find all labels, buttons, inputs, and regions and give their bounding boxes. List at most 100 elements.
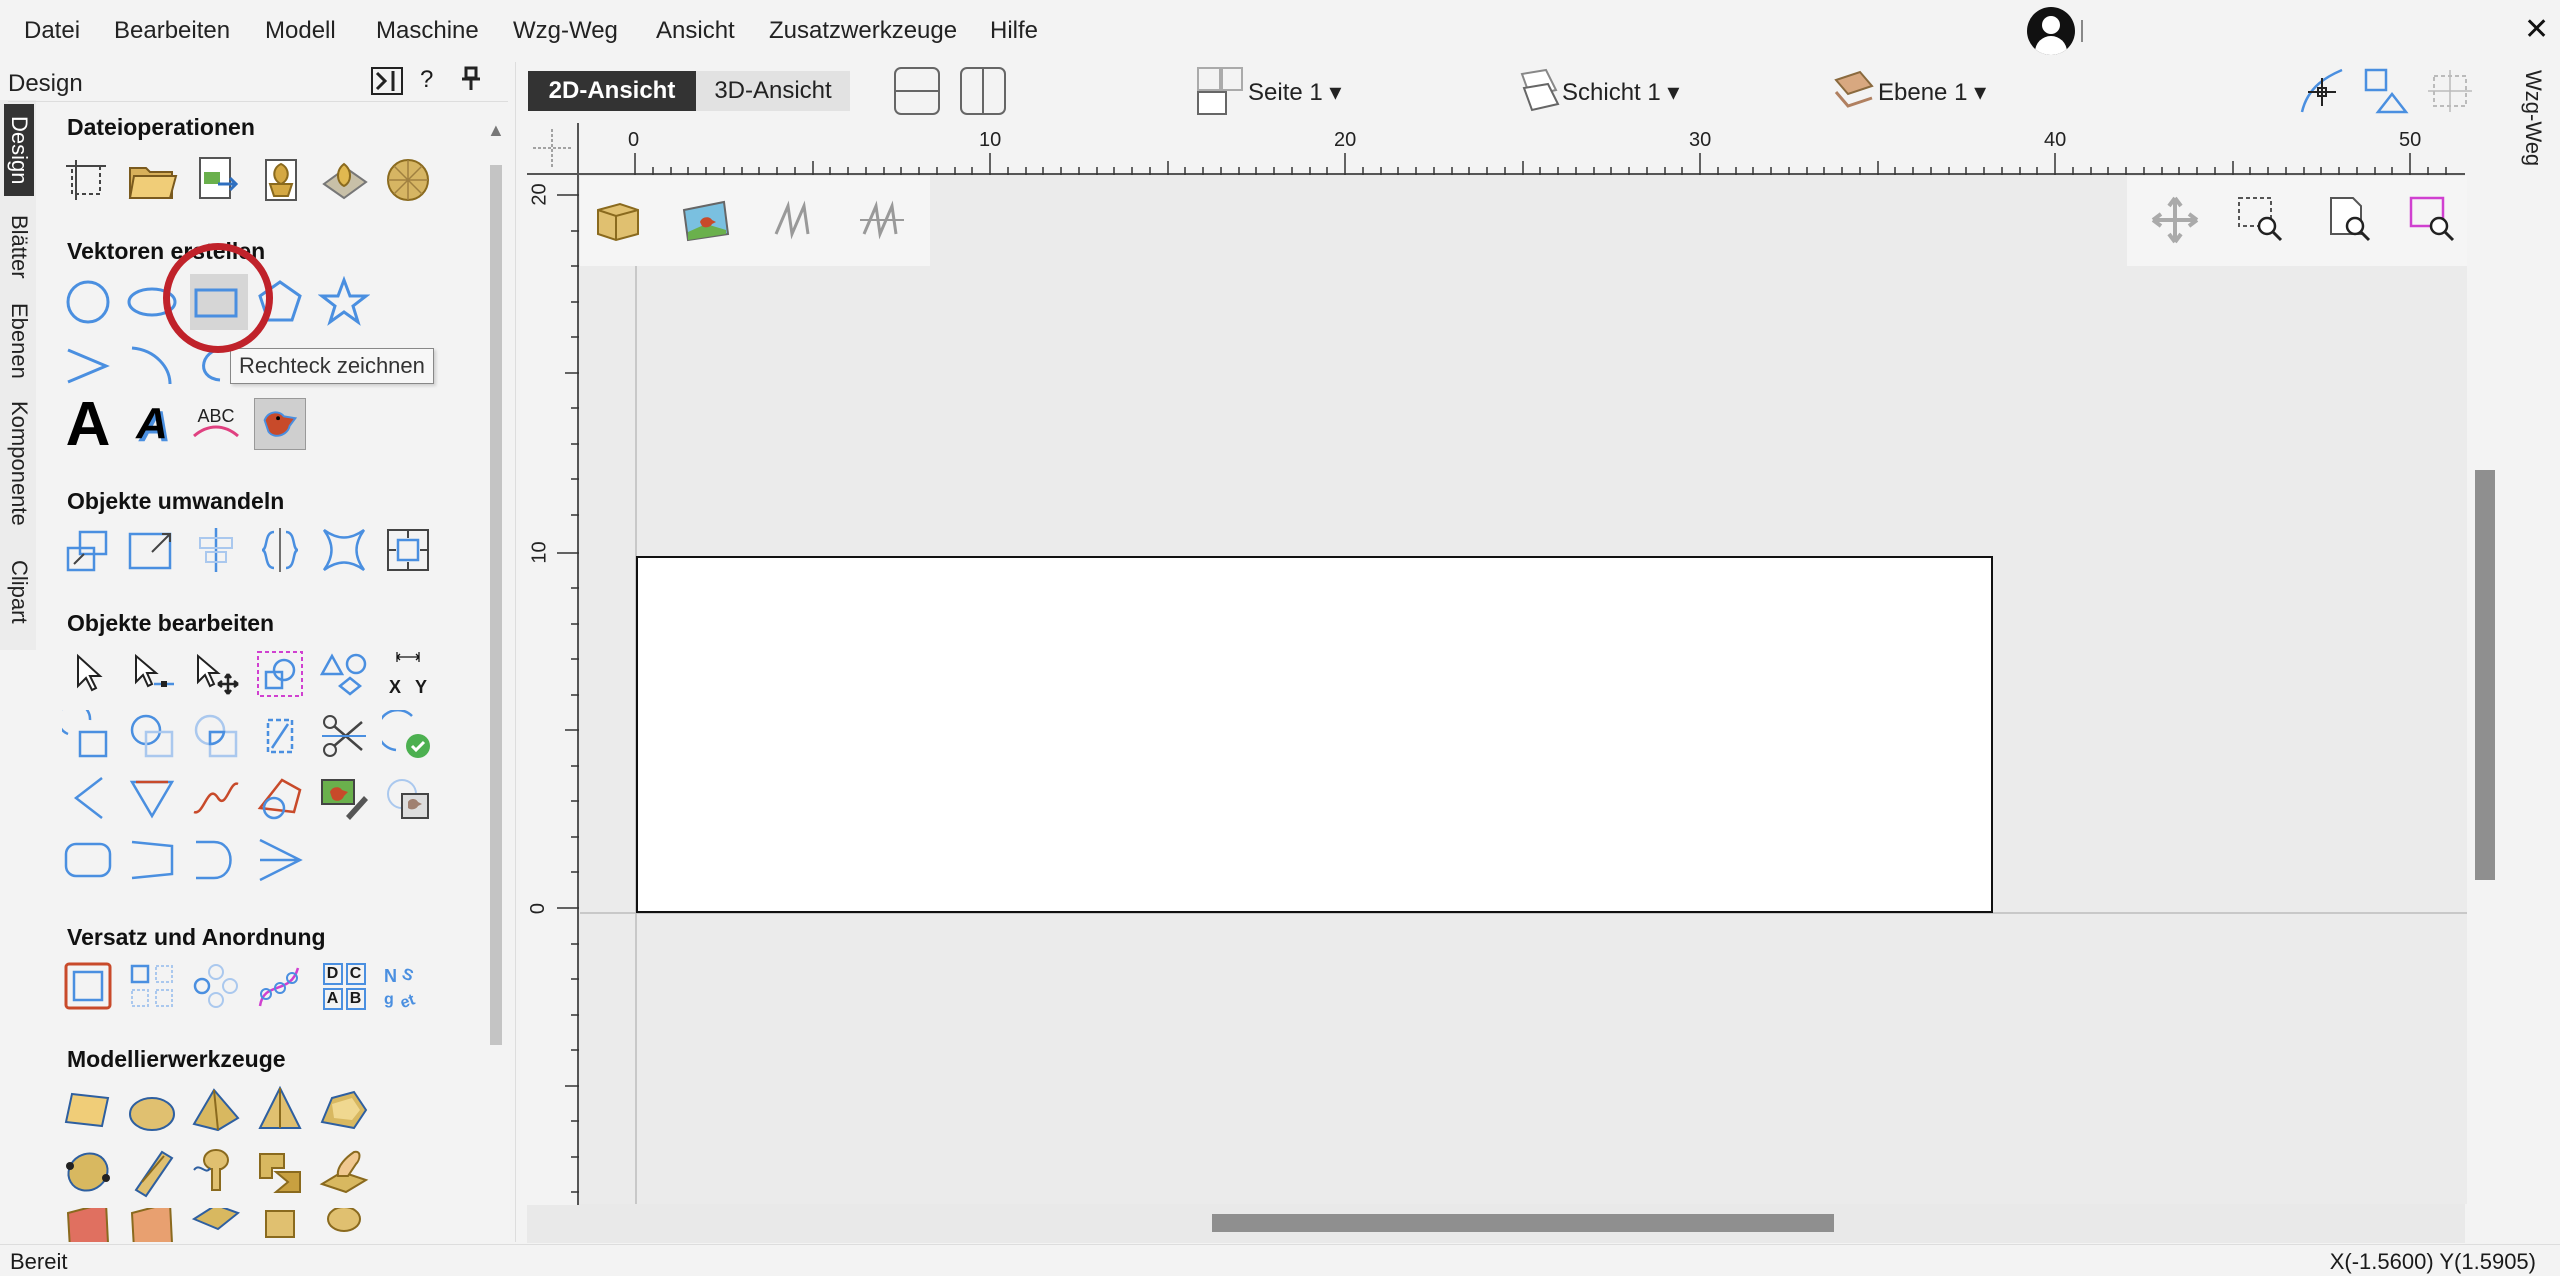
measure-tool-icon[interactable]: XY xyxy=(382,648,434,700)
emboss-icon[interactable] xyxy=(190,1208,242,1242)
align-objects-icon[interactable] xyxy=(190,524,242,576)
intersect-icon[interactable] xyxy=(190,710,242,762)
model-sphere-icon[interactable] xyxy=(382,154,434,206)
copy-along-vector-icon[interactable] xyxy=(254,960,306,1012)
menu-ansicht[interactable]: Ansicht xyxy=(656,17,735,45)
tab-blaetter[interactable]: Blätter xyxy=(4,202,34,292)
offset-vectors-icon[interactable] xyxy=(62,960,114,1012)
create-shape-cone-icon[interactable] xyxy=(254,1084,306,1136)
circular-copy-icon[interactable] xyxy=(190,960,242,1012)
draw-circle-icon[interactable] xyxy=(62,276,114,328)
transform-mode-icon[interactable] xyxy=(190,648,242,700)
distort-objects-icon[interactable] xyxy=(318,524,370,576)
menu-wzg-weg[interactable]: Wzg-Weg xyxy=(513,17,618,45)
work-area[interactable] xyxy=(580,176,2467,1204)
split-vertical-button[interactable] xyxy=(960,67,1006,115)
zoom-fit-icon[interactable] xyxy=(2323,194,2375,246)
tab-clipart[interactable]: Clipart xyxy=(4,546,34,638)
new-job-icon[interactable] xyxy=(62,154,114,206)
tab-komponente[interactable]: Komponente xyxy=(4,392,34,534)
bitmap-to-vector-icon[interactable] xyxy=(382,772,434,824)
tab-wzg-weg[interactable]: Wzg-Weg xyxy=(2512,62,2560,202)
tab-2d-view[interactable]: 2D-Ansicht xyxy=(528,71,696,111)
draw-text-icon[interactable]: A xyxy=(62,390,114,459)
fade-icon[interactable] xyxy=(318,1208,370,1242)
edit-bitmap-icon[interactable] xyxy=(318,772,370,824)
mold-icon[interactable] xyxy=(254,1146,306,1198)
merge-visible-icon[interactable] xyxy=(254,1208,306,1242)
help-button[interactable]: ? xyxy=(420,66,433,94)
node-edit-icon[interactable] xyxy=(126,648,178,700)
toolpath-edit-icon[interactable] xyxy=(856,194,908,246)
close-button[interactable]: ✕ xyxy=(2524,12,2549,47)
sheet-dropdown[interactable]: Seite 1 ▾ xyxy=(1248,78,1341,107)
dogbone-icon[interactable] xyxy=(126,834,178,886)
vertical-scrollbar[interactable] xyxy=(2475,470,2495,880)
create-shape-plateau-icon[interactable] xyxy=(318,1084,370,1136)
rounded-rect-icon[interactable] xyxy=(62,834,114,886)
tab-ebenen[interactable]: Ebenen xyxy=(4,296,34,386)
sculpt-icon[interactable] xyxy=(318,1146,370,1198)
menu-zusatzwerkzeuge[interactable]: Zusatzwerkzeuge xyxy=(769,17,957,45)
menu-maschine[interactable]: Maschine xyxy=(376,17,479,45)
nest-parts-icon[interactable]: N Sg et xyxy=(382,960,434,1012)
turn-icon[interactable] xyxy=(190,1146,242,1198)
scale-objects-icon[interactable] xyxy=(126,524,178,576)
tee-icon[interactable] xyxy=(190,834,242,886)
panel-scroll-thumb[interactable] xyxy=(490,165,502,1045)
panel-scrollbar[interactable]: ▲ ▼ xyxy=(487,120,505,1272)
fillet-icon[interactable] xyxy=(62,772,114,824)
pin-icon[interactable] xyxy=(460,66,482,98)
move-objects-icon[interactable] xyxy=(62,524,114,576)
import-component-icon[interactable] xyxy=(254,154,306,206)
create-shape-flat-icon[interactable] xyxy=(62,1084,114,1136)
zoom-box-icon[interactable] xyxy=(2235,194,2287,246)
vector-angle-icon[interactable] xyxy=(254,834,306,886)
mirror-objects-icon[interactable] xyxy=(254,524,306,576)
open-folder-icon[interactable] xyxy=(126,154,178,206)
draw-polyline-icon[interactable] xyxy=(62,338,114,390)
zoom-selection-icon[interactable] xyxy=(2407,194,2459,246)
material-block[interactable] xyxy=(636,556,1993,913)
tab-design[interactable]: Design xyxy=(4,104,34,196)
trace-bitmap-icon[interactable] xyxy=(254,398,306,450)
texture-icon[interactable] xyxy=(62,1208,114,1242)
draw-arc-icon[interactable] xyxy=(126,338,178,390)
horizontal-scrollbar[interactable] xyxy=(1212,1214,1834,1232)
interactive-select-icon[interactable] xyxy=(254,648,306,700)
set-size-icon[interactable] xyxy=(382,524,434,576)
curve-fit-icon[interactable] xyxy=(254,772,306,824)
select-pointer-icon[interactable] xyxy=(62,648,114,700)
extrude-icon[interactable] xyxy=(62,1146,114,1198)
user-account-icon[interactable] xyxy=(2027,7,2075,55)
smooth-curve-icon[interactable] xyxy=(190,772,242,824)
create-shape-pyramid-icon[interactable] xyxy=(190,1084,242,1136)
create-boundary-icon[interactable] xyxy=(254,710,306,762)
dock-panel-button[interactable] xyxy=(371,67,403,95)
nesting-icon[interactable]: DCAB xyxy=(318,960,370,1012)
menu-bearbeiten[interactable]: Bearbeiten xyxy=(114,17,230,45)
draw-star-icon[interactable] xyxy=(318,276,370,328)
level-dropdown[interactable]: Ebene 1 ▾ xyxy=(1878,78,1986,107)
import-vectors-icon[interactable] xyxy=(190,154,242,206)
show-model-icon[interactable] xyxy=(592,194,644,246)
split-horizontal-button[interactable] xyxy=(894,67,940,115)
text-on-curve-icon[interactable]: A xyxy=(126,398,178,450)
select-shapes-icon[interactable] xyxy=(318,648,370,700)
array-copy-icon[interactable] xyxy=(126,960,178,1012)
tab-3d-view[interactable]: 3D-Ansicht xyxy=(696,71,850,111)
snap-object-icon[interactable] xyxy=(2362,66,2410,116)
import-relief-icon[interactable] xyxy=(318,154,370,206)
trim-vectors-icon[interactable] xyxy=(318,710,370,762)
create-shape-dome-icon[interactable] xyxy=(126,1084,178,1136)
menu-datei[interactable]: Datei xyxy=(24,17,80,45)
chamfer-icon[interactable] xyxy=(126,772,178,824)
menu-hilfe[interactable]: Hilfe xyxy=(990,17,1038,45)
subtract-icon[interactable] xyxy=(126,710,178,762)
weld-icon[interactable] xyxy=(62,710,114,762)
pan-icon[interactable] xyxy=(2149,194,2201,246)
menu-modell[interactable]: Modell xyxy=(265,17,336,45)
snap-intersection-icon[interactable] xyxy=(2298,66,2346,116)
layer-dropdown[interactable]: Schicht 1 ▾ xyxy=(1562,78,1679,107)
texture-pattern-icon[interactable] xyxy=(126,1208,178,1242)
